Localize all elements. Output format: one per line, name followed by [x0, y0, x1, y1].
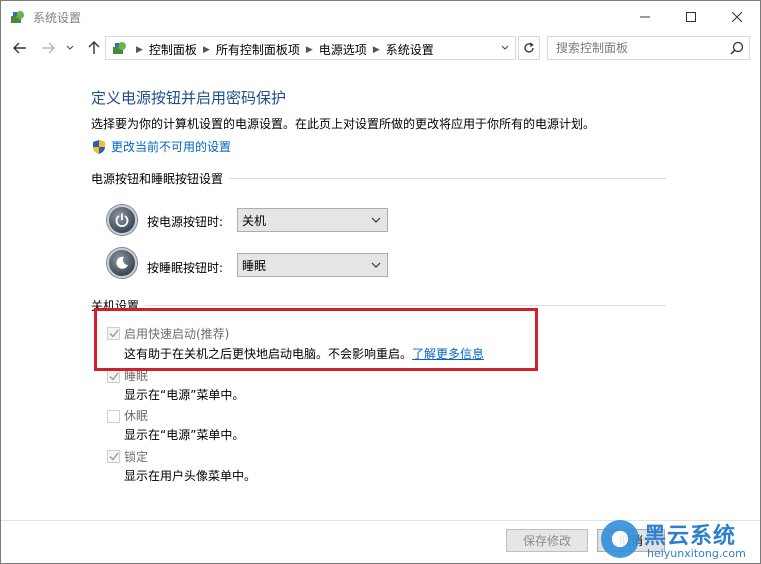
control-panel-icon	[113, 42, 126, 54]
chevron-right-icon[interactable]: ▶	[306, 45, 313, 55]
watermark: 黑云系统 heiyunxitong.com	[597, 516, 760, 564]
breadcrumb-item[interactable]: 系统设置	[386, 41, 434, 58]
recent-locations-button[interactable]	[64, 39, 76, 57]
arrow-up-icon	[88, 41, 100, 54]
chevron-right-icon[interactable]: ▶	[373, 45, 380, 55]
window-title: 系统设置	[33, 11, 82, 25]
sleep-button-action-select[interactable]: 睡眠	[237, 253, 388, 277]
hibernate-label: 休眠	[124, 409, 149, 423]
up-button[interactable]	[85, 39, 103, 57]
breadcrumb-item[interactable]: 控制面板	[149, 41, 197, 58]
search-box[interactable]	[547, 36, 750, 60]
watermark-title: 黑云系统	[644, 524, 737, 549]
minimize-icon	[640, 16, 650, 17]
sleep-checkbox[interactable]	[107, 370, 120, 383]
change-unavailable-settings-link[interactable]: 更改当前不可用的设置	[111, 138, 231, 155]
breadcrumb-item[interactable]: 电源选项	[319, 41, 367, 58]
checkmark-icon	[109, 372, 119, 381]
navigation-bar: ▶ 控制面板 ▶ 所有控制面板项 ▶ 电源选项 ▶ 系统设置	[1, 32, 760, 64]
sleep-button-icon	[107, 248, 137, 278]
chevron-down-icon	[371, 217, 381, 223]
sleep-button-label: 按睡眠按钮时:	[147, 261, 224, 275]
lock-checkbox[interactable]	[107, 450, 120, 463]
breadcrumb: ▶ 控制面板 ▶ 所有控制面板项 ▶ 电源选项 ▶ 系统设置	[130, 41, 434, 58]
chevron-down-icon	[371, 262, 381, 268]
checkmark-icon	[109, 452, 119, 461]
control-panel-window: 系统设置 ▶ 控制面板 ▶ 所有控制面板项 ▶ 电源选项 ▶ 系统设置 搜索控制…	[0, 0, 761, 564]
search-input[interactable]	[548, 37, 728, 59]
arrow-left-icon	[13, 42, 26, 54]
breadcrumb-item[interactable]: 所有控制面板项	[216, 41, 300, 58]
refresh-icon	[524, 42, 534, 53]
shield-icon	[93, 139, 105, 154]
sleep-button-action-value: 睡眠	[242, 258, 267, 273]
maximize-button[interactable]	[668, 1, 714, 32]
power-section-title: 电源按钮和睡眠按钮设置	[91, 170, 230, 187]
sleep-description: 显示在“电源”菜单中。	[124, 388, 245, 402]
refresh-button[interactable]	[518, 36, 540, 60]
chevron-down-icon	[66, 45, 74, 50]
page-description: 选择要为你的计算机设置的电源设置。在此页上对设置所做的更改将应用于你所有的电源计…	[91, 117, 596, 131]
lock-label: 锁定	[124, 450, 149, 464]
maximize-icon	[686, 11, 696, 22]
watermark-logo-icon	[601, 520, 639, 558]
section-divider	[91, 305, 666, 306]
save-changes-button[interactable]: 保存修改	[506, 529, 588, 552]
address-dropdown-button[interactable]	[498, 40, 512, 56]
hibernate-description: 显示在“电源”菜单中。	[124, 428, 245, 442]
address-bar[interactable]: ▶ 控制面板 ▶ 所有控制面板项 ▶ 电源选项 ▶ 系统设置	[105, 36, 516, 60]
power-button-icon	[107, 205, 137, 235]
lock-description: 显示在用户头像菜单中。	[124, 469, 257, 483]
chevron-right-icon: ▶	[136, 44, 143, 55]
change-settings-link-row[interactable]: 更改当前不可用的设置	[91, 138, 231, 155]
minimize-button[interactable]	[622, 1, 668, 32]
control-panel-icon	[11, 11, 24, 23]
power-button-action-select[interactable]: 关机	[237, 208, 388, 232]
back-button[interactable]	[11, 39, 29, 57]
highlight-box	[94, 308, 538, 371]
hibernate-checkbox[interactable]	[107, 410, 120, 423]
chevron-down-icon	[501, 45, 509, 50]
close-button[interactable]	[714, 1, 760, 32]
forward-button[interactable]	[39, 39, 57, 57]
title-bar: 系统设置	[1, 1, 760, 32]
page-title: 定义电源按钮并启用密码保护	[91, 89, 287, 107]
close-icon	[732, 11, 742, 22]
power-button-action-value: 关机	[242, 213, 267, 228]
watermark-url: heiyunxitong.com	[647, 547, 746, 560]
power-button-label: 按电源按钮时:	[147, 215, 224, 229]
search-icon[interactable]	[730, 41, 744, 55]
chevron-right-icon[interactable]: ▶	[203, 45, 210, 55]
arrow-right-icon	[42, 42, 55, 54]
